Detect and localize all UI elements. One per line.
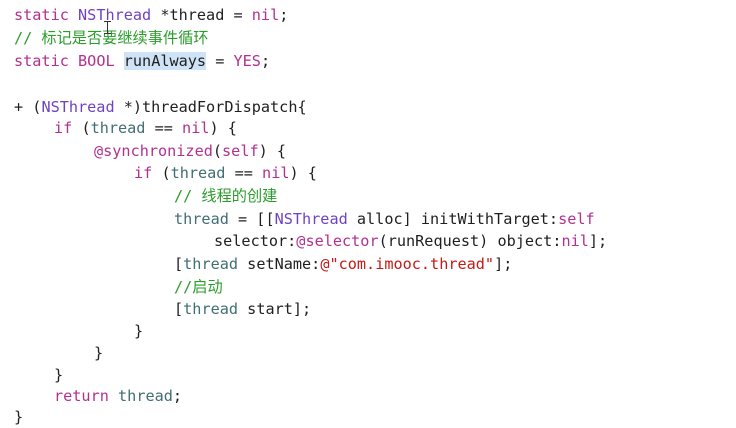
variable-thread: thread [118,387,173,405]
variable-thread: thread [90,119,146,137]
method-signature-line[interactable]: + (NSThread *)threadForDispatch{ [14,96,307,118]
comment-line-event-loop[interactable]: // 标记是否要继续事件循环 [14,27,209,49]
text-cursor-icon [104,21,111,34]
code-line-thread-start[interactable]: [thread start]; [14,298,311,320]
literal-nil: nil [262,164,290,182]
literal-nil: nil [182,119,210,137]
selected-token-runalways[interactable]: runAlways [123,52,207,70]
code-line-selector[interactable]: selector:@selector(runRequest) object:ni… [14,230,607,252]
code-line-synchronized[interactable]: @synchronized(self) { [14,140,286,162]
keyword-self: self [222,142,259,160]
variable-thread: thread [174,210,229,228]
keyword-if: if [54,119,73,137]
type-nsthread: NSThread [41,98,115,116]
code-line-if-thread-nil-outer[interactable]: if (thread == nil) { [14,117,237,139]
literal-nil: nil [251,6,280,24]
code-line-3[interactable]: static BOOL runAlways = YES; [14,50,270,72]
literal-nil: nil [561,232,589,250]
closing-brace-synchronized[interactable]: } [14,342,103,364]
keyword-synchronized: @synchronized [94,142,213,160]
code-line-if-thread-nil-inner[interactable]: if (thread == nil) { [14,162,317,184]
closing-brace-method[interactable]: } [14,406,23,428]
code-line-1[interactable]: static NSThread *thread = nil; [14,4,288,26]
code-line-return[interactable]: return thread; [14,385,182,407]
keyword-return: return [54,387,109,405]
keyword-static: static [14,52,69,70]
variable-thread: thread [183,255,239,273]
closing-brace-inner-if[interactable]: } [14,320,143,342]
code-line-thread-alloc[interactable]: thread = [[NSThread alloc] initWithTarge… [14,208,595,230]
code-line-set-name[interactable]: [thread setName:@"com.imooc.thread"]; [14,253,512,275]
closing-brace-outer-if[interactable]: } [14,364,63,386]
type-nsthread: NSThread [274,210,348,228]
comment-line-thread-creation[interactable]: // 线程的创建 [14,185,277,207]
string-thread-name: @"com.imooc.thread" [320,255,495,273]
keyword-if: if [134,164,153,182]
variable-thread: thread [170,164,226,182]
keyword-selector: @selector [296,232,379,250]
code-editor[interactable]: static NSThread *thread = nil; // 标记是否要继… [0,0,736,426]
variable-thread: thread [183,300,239,318]
type-bool: BOOL [78,52,115,70]
type-nsthread: NSThread [78,6,152,24]
comment-line-start[interactable]: //启动 [14,276,223,298]
literal-yes: YES [233,52,261,70]
keyword-self: self [558,210,595,228]
keyword-static: static [14,6,69,24]
